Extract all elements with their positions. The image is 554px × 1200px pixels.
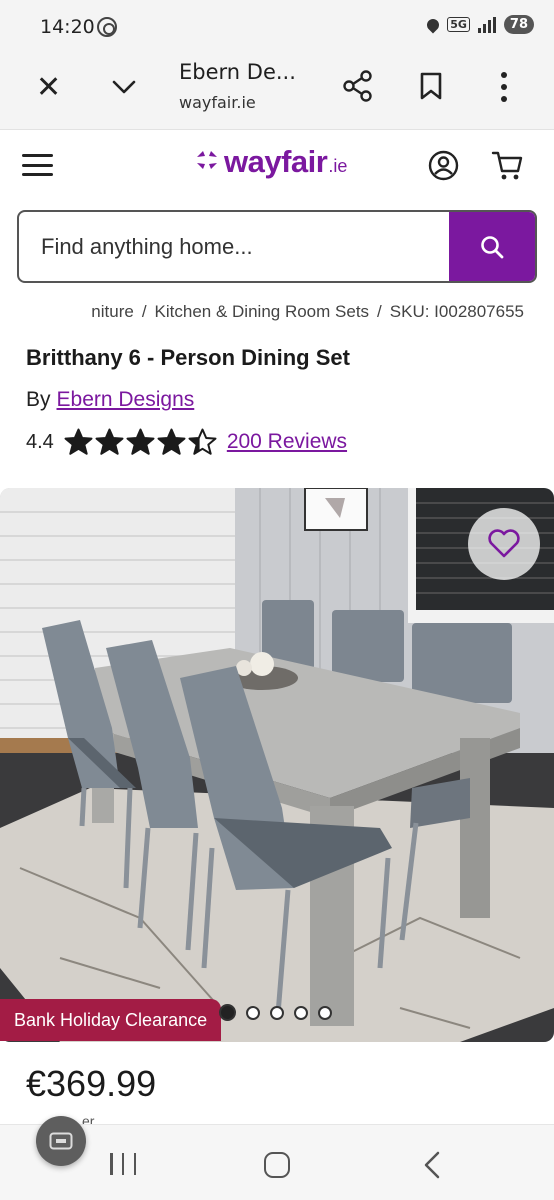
star-icon <box>157 428 186 455</box>
browser-page-title: Ebern De... <box>179 60 296 84</box>
search-input[interactable] <box>19 212 449 281</box>
cast-icon <box>97 17 117 37</box>
more-icon[interactable] <box>494 70 514 104</box>
product-price: €369.99 <box>26 1063 157 1104</box>
by-label: By <box>26 388 51 411</box>
product-title: Britthany 6 - Person Dining Set <box>26 345 350 370</box>
product-photo-illustration <box>0 488 554 1042</box>
status-bar: 14:20 5G 78 <box>0 0 554 56</box>
logo-mark-icon <box>197 151 217 169</box>
search-button[interactable] <box>449 212 535 281</box>
search-icon <box>481 235 504 258</box>
browser-url: wayfair.ie <box>179 93 256 112</box>
battery-indicator: 78 <box>503 15 534 34</box>
rating-row: 4.4 200 Reviews <box>26 428 347 456</box>
breadcrumb-item-furniture[interactable]: niture <box>91 302 134 321</box>
recents-icon[interactable] <box>110 1153 136 1175</box>
account-icon[interactable] <box>428 150 459 181</box>
carousel-dots <box>219 1004 332 1021</box>
carousel-dot[interactable] <box>270 1005 284 1020</box>
star-icon <box>188 428 217 455</box>
browser-toolbar: ✕ Ebern De... wayfair.ie <box>0 56 554 130</box>
close-icon[interactable]: ✕ <box>36 73 61 103</box>
product-image[interactable] <box>0 488 554 1042</box>
rating-stars <box>64 428 217 456</box>
carousel-dot[interactable] <box>246 1005 260 1020</box>
breadcrumb-separator: / <box>377 302 382 321</box>
carousel-dot[interactable] <box>318 1005 332 1020</box>
floating-assist-button[interactable] <box>36 1116 86 1166</box>
carousel-dot[interactable] <box>219 1004 236 1021</box>
carousel-dot[interactable] <box>294 1005 308 1020</box>
breadcrumb: niture / Kitchen & Dining Room Sets / SKU: I… <box>0 302 554 326</box>
star-icon <box>95 428 124 455</box>
brand-line: By Ebern Designs <box>26 388 194 412</box>
breadcrumb-sku: SKU: I002807655 <box>389 302 524 321</box>
site-header: wayfair .ie <box>0 130 554 202</box>
logo-tld: .ie <box>328 156 348 176</box>
keyboard-icon <box>49 1132 73 1150</box>
signal-icon <box>477 16 496 33</box>
favorite-button[interactable] <box>468 508 540 580</box>
network-badge: 5G <box>447 17 470 32</box>
wayfair-logo[interactable]: wayfair .ie <box>194 144 347 180</box>
breadcrumb-separator: / <box>141 302 147 321</box>
bookmark-icon[interactable] <box>418 72 444 100</box>
star-icon <box>126 428 155 455</box>
reviews-link[interactable]: 200 Reviews <box>227 430 347 454</box>
back-icon[interactable] <box>422 1150 442 1180</box>
status-time: 14:20 <box>40 16 95 38</box>
search-bar <box>17 210 537 283</box>
cart-icon[interactable] <box>491 150 524 181</box>
status-indicators: 5G 78 <box>424 15 534 34</box>
star-icon <box>64 428 93 455</box>
location-icon <box>424 16 442 33</box>
menu-icon[interactable] <box>22 154 53 176</box>
heart-icon <box>488 529 520 558</box>
share-icon[interactable] <box>343 70 373 102</box>
rating-value: 4.4 <box>26 430 54 453</box>
breadcrumb-item-kitchen-dining-sets[interactable]: Kitchen & Dining Room Sets <box>155 302 370 321</box>
brand-link[interactable]: Ebern Designs <box>57 388 195 411</box>
logo-word: wayfair <box>224 144 328 179</box>
home-icon[interactable] <box>264 1152 290 1178</box>
chevron-down-icon[interactable] <box>111 74 137 100</box>
promo-badge: Bank Holiday Clearance <box>0 999 222 1041</box>
